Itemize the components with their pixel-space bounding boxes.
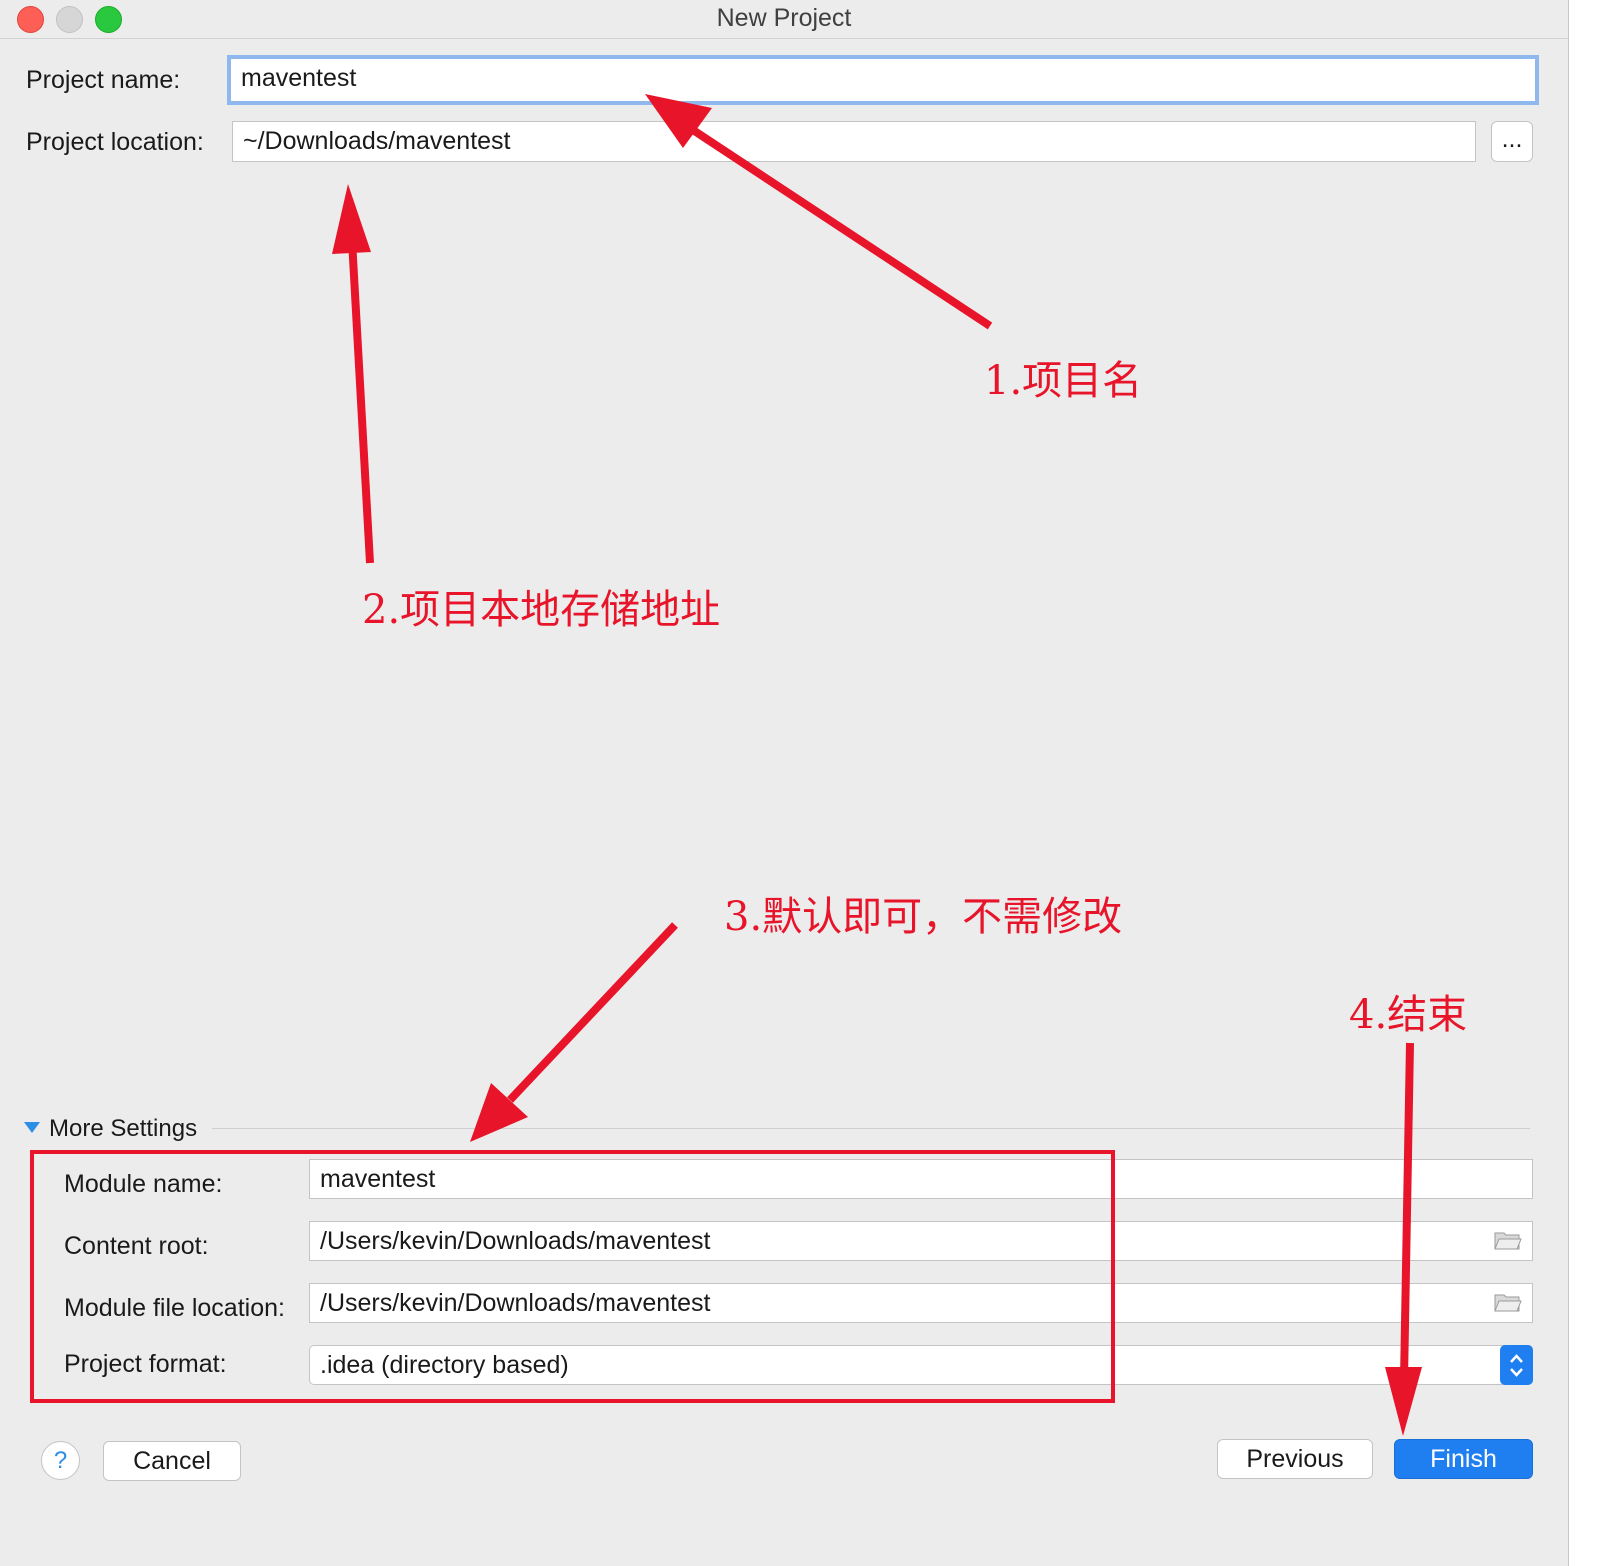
- annotation-arrowhead-2: [332, 184, 371, 254]
- annotation-label-2: 2.项目本地存储地址: [362, 587, 721, 633]
- annotation-arrowhead-4: [1385, 1367, 1422, 1436]
- annotation-arrow-4: [1400, 1042, 1414, 1381]
- background-edge: [1569, 0, 1624, 1566]
- annotation-label-1: 1.项目名: [984, 358, 1143, 404]
- annotation-label-4: 4.结束: [1349, 992, 1468, 1038]
- annotation-arrow-1: [687, 124, 993, 330]
- annotation-overlay: [30, 94, 1422, 1436]
- annotation-box: [30, 1150, 1115, 1403]
- new-project-dialog: New Project Project name: maventest Proj…: [0, 0, 1569, 1566]
- annotation-arrow-2: [348, 239, 374, 564]
- annotation-label-3: 3.默认即可，不需修改: [724, 894, 1123, 940]
- annotation-arrow-3: [507, 922, 678, 1103]
